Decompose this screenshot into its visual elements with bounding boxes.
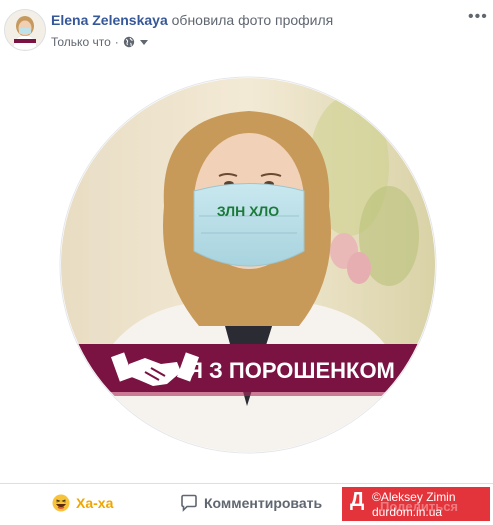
durdom-d-icon: Д — [350, 489, 365, 511]
post-header-line: Elena Zelenskaya обновила фото профиля — [51, 12, 333, 28]
avatar-image — [5, 10, 45, 50]
meta-separator: · — [114, 35, 119, 49]
banner-text: Я З ПОРОШЕНКОМ — [187, 358, 395, 383]
post-meta: Только что · — [51, 35, 148, 49]
profile-photo[interactable]: ЗЛН ХЛО Я З ПОРОШЕНКОМ — [59, 76, 437, 454]
mask-text: ЗЛН ХЛО — [217, 203, 279, 219]
comment-bubble-icon — [181, 494, 197, 512]
comment-button[interactable]: Комментировать — [180, 487, 322, 519]
action-bar-divider — [0, 483, 493, 484]
globe-icon[interactable] — [123, 36, 135, 48]
durdom-watermark: Поделиться Д ©Aleksey Zimin durdom.in.ua — [342, 487, 490, 521]
author-name-link[interactable]: Elena Zelenskaya — [51, 12, 168, 28]
haha-label: Ха-ха — [76, 495, 114, 511]
author-avatar[interactable] — [4, 9, 46, 51]
more-options-icon[interactable]: ••• — [468, 8, 488, 26]
watermark-line1: ©Aleksey Zimin — [372, 490, 456, 504]
haha-reaction-button[interactable]: Ха-ха — [52, 487, 113, 519]
privacy-dropdown-caret-icon[interactable] — [139, 39, 148, 45]
post-timestamp[interactable]: Только что — [51, 35, 111, 49]
comment-label: Комментировать — [204, 495, 323, 511]
haha-emoji-icon — [52, 494, 70, 512]
watermark-line2: durdom.in.ua — [372, 505, 443, 519]
feed-post-card: Elena Zelenskaya обновила фото профиля Т… — [0, 0, 493, 525]
profile-photo-image: ЗЛН ХЛО Я З ПОРОШЕНКОМ — [59, 76, 437, 454]
post-action-text: обновила фото профиля — [171, 12, 334, 28]
